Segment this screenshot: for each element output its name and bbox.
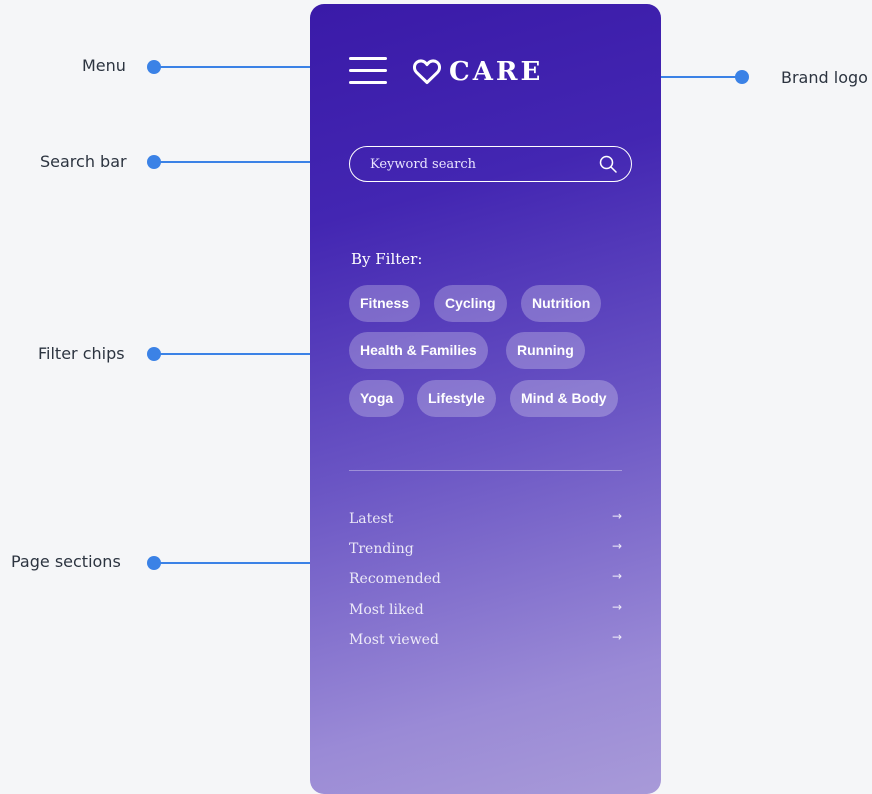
section-link-most-liked[interactable]: Most liked → [349, 600, 622, 624]
callout-search-line [154, 161, 332, 163]
callout-menu-label: Menu [82, 56, 126, 75]
section-link-recomended[interactable]: Recomended → [349, 569, 622, 593]
filter-chip-cycling[interactable]: Cycling [434, 285, 507, 322]
arrow-right-icon: → [611, 630, 622, 644]
section-label: Trending [349, 541, 414, 557]
mobile-screen: CARE By Filter: Fitness Cycling Nutritio… [310, 4, 661, 794]
filter-chip-health-families[interactable]: Health & Families [349, 332, 488, 369]
arrow-right-icon: → [611, 569, 622, 583]
filter-chip-yoga[interactable]: Yoga [349, 380, 405, 417]
filter-chip-lifestyle[interactable]: Lifestyle [417, 380, 496, 417]
section-label: Recomended [349, 571, 441, 587]
arrow-right-icon: → [611, 600, 622, 614]
callout-search-label: Search bar [40, 152, 127, 171]
section-link-most-viewed[interactable]: Most viewed → [349, 630, 622, 654]
callout-sections-line [154, 562, 332, 564]
callout-filters-line [154, 353, 332, 355]
search-input[interactable] [368, 147, 592, 182]
arrow-right-icon: → [611, 509, 622, 523]
callout-sections-label: Page sections [11, 552, 121, 571]
search-icon[interactable] [599, 155, 617, 173]
arrow-right-icon: → [611, 539, 622, 553]
section-label: Latest [349, 511, 394, 527]
search-bar[interactable] [349, 146, 632, 182]
callout-brand-dot [735, 70, 749, 84]
brand-name: CARE [449, 57, 544, 87]
filter-chip-nutrition[interactable]: Nutrition [521, 285, 602, 322]
brand-logo[interactable]: CARE [413, 56, 543, 88]
callout-filters-label: Filter chips [38, 344, 125, 363]
filter-chip-fitness[interactable]: Fitness [349, 285, 421, 322]
filter-chip-running[interactable]: Running [506, 332, 585, 369]
callout-brand-label: Brand logo [781, 68, 868, 87]
section-link-trending[interactable]: Trending → [349, 539, 622, 563]
section-label: Most liked [349, 602, 424, 618]
divider [349, 470, 622, 471]
heart-icon [413, 59, 441, 84]
section-link-latest[interactable]: Latest → [349, 509, 622, 533]
filter-title: By Filter: [351, 250, 423, 268]
callout-menu-line [154, 66, 332, 68]
hamburger-menu-icon[interactable] [349, 55, 387, 87]
filter-chip-mind-body[interactable]: Mind & Body [510, 380, 618, 417]
section-label: Most viewed [349, 632, 439, 648]
